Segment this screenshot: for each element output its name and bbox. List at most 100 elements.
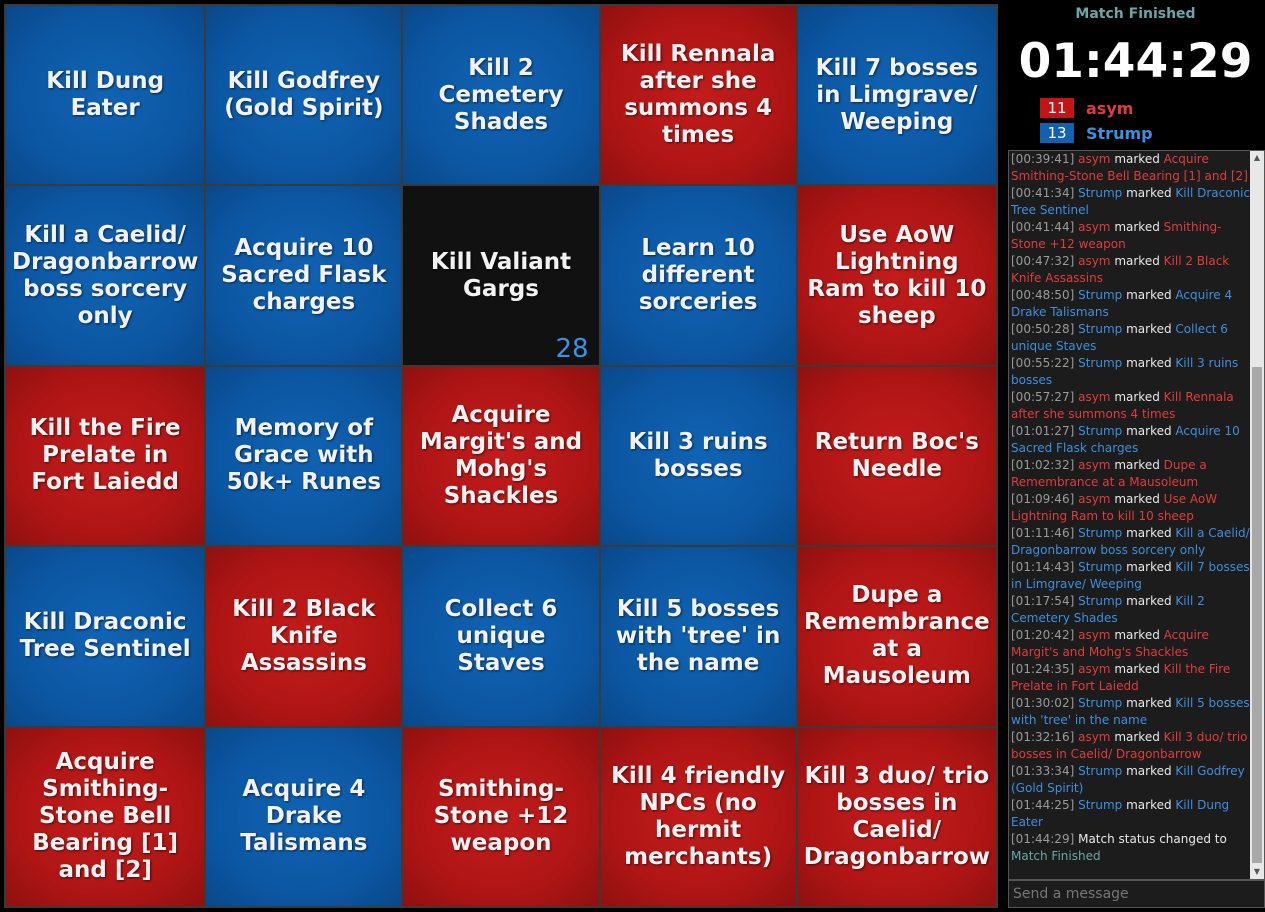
player-name: Strump bbox=[1086, 123, 1153, 143]
board-cell[interactable]: Kill 3 duo/ trio bosses in Caelid/ Drago… bbox=[797, 727, 996, 906]
log-player: Strump bbox=[1078, 322, 1123, 336]
board-cell[interactable]: Kill Draconic Tree Sentinel bbox=[6, 547, 205, 726]
log-timestamp: [00:55:22] bbox=[1011, 356, 1075, 370]
log-action: marked bbox=[1126, 356, 1172, 370]
log-goal: Match Finished bbox=[1011, 849, 1101, 863]
board-cell[interactable]: Collect 6 unique Staves bbox=[403, 547, 599, 726]
board-cell[interactable]: Kill 5 bosses with 'tree' in the name bbox=[600, 547, 796, 726]
match-timer: 01:44:29 bbox=[1018, 34, 1253, 89]
scroll-down-icon[interactable]: ▼ bbox=[1250, 865, 1264, 879]
log-timestamp: [01:44:29] bbox=[1011, 832, 1075, 846]
board-cell-label: Kill 3 duo/ trio bosses in Caelid/ Drago… bbox=[803, 762, 991, 870]
board-cell-label: Kill Valiant Gargs bbox=[430, 248, 572, 302]
log-action: marked bbox=[1126, 424, 1172, 438]
chat-log-entry: [01:14:43] Strump marked Kill 7 bosses i… bbox=[1011, 559, 1251, 593]
log-action: marked bbox=[1126, 764, 1172, 778]
log-action: marked bbox=[1114, 390, 1160, 404]
log-player: Strump bbox=[1078, 288, 1123, 302]
chat-log-entry: [00:57:27] asym marked Kill Rennala afte… bbox=[1011, 389, 1251, 423]
log-timestamp: [01:14:43] bbox=[1011, 560, 1075, 574]
board-cell-label: Kill 3 ruins bosses bbox=[628, 428, 768, 482]
log-player: Strump bbox=[1078, 356, 1123, 370]
log-player: asym bbox=[1078, 628, 1111, 642]
chat-log[interactable]: [00:39:41] asym marked Acquire Smithing-… bbox=[1008, 150, 1265, 880]
board-cell-label: Return Boc's Needle bbox=[814, 428, 979, 482]
chat-log-entry: [00:55:22] Strump marked Kill 3 ruins bo… bbox=[1011, 355, 1251, 389]
board-cell-label: Kill a Caelid/ Dragonbarrow boss sorcery… bbox=[12, 221, 199, 329]
chat-log-entry: [01:44:25] Strump marked Kill Dung Eater bbox=[1011, 797, 1251, 831]
log-player: Strump bbox=[1078, 594, 1123, 608]
player-row-strump: 13 Strump bbox=[1040, 122, 1153, 144]
log-player: asym bbox=[1078, 254, 1111, 268]
log-player: asym bbox=[1078, 220, 1111, 234]
log-player: asym bbox=[1078, 492, 1111, 506]
log-action: marked bbox=[1126, 560, 1172, 574]
board-cell[interactable]: Learn 10 different sorceries bbox=[600, 186, 796, 365]
chat-log-entry: [01:24:35] asym marked Kill the Fire Pre… bbox=[1011, 661, 1251, 695]
message-input[interactable] bbox=[1008, 880, 1265, 908]
log-timestamp: [01:32:16] bbox=[1011, 730, 1075, 744]
board-cell[interactable]: Acquire Smithing-Stone Bell Bearing [1] … bbox=[6, 727, 205, 906]
board-cell[interactable]: Kill 3 ruins bosses bbox=[600, 366, 796, 546]
board-cell[interactable]: Kill 2 Black Knife Assassins bbox=[206, 547, 402, 726]
board-cell[interactable]: Kill a Caelid/ Dragonbarrow boss sorcery… bbox=[6, 186, 205, 365]
board-cell[interactable]: Memory of Grace with 50k+ Runes bbox=[206, 366, 402, 546]
board-cell[interactable]: Acquire 4 Drake Talismans bbox=[206, 727, 402, 906]
player-name: asym bbox=[1086, 98, 1134, 118]
board-cell[interactable]: Kill Rennala after she summons 4 times bbox=[600, 6, 796, 185]
board-cell-label: Kill Draconic Tree Sentinel bbox=[19, 609, 191, 663]
log-timestamp: [00:50:28] bbox=[1011, 322, 1075, 336]
board-cell[interactable]: Kill Valiant Gargs 28 bbox=[403, 186, 599, 365]
chat-log-entry: [01:32:16] asym marked Kill 3 duo/ trio … bbox=[1011, 729, 1251, 763]
board-cell[interactable]: Acquire Margit's and Mohg's Shackles bbox=[403, 366, 599, 546]
board-cell[interactable]: Kill the Fire Prelate in Fort Laiedd bbox=[6, 366, 205, 546]
scroll-thumb[interactable] bbox=[1252, 367, 1262, 863]
board-cell[interactable]: Kill 4 friendly NPCs (no hermit merchant… bbox=[600, 727, 796, 906]
log-action: marked bbox=[1126, 186, 1172, 200]
chat-scrollbar[interactable]: ▲ ▼ bbox=[1250, 151, 1264, 879]
log-timestamp: [01:09:46] bbox=[1011, 492, 1075, 506]
chat-log-entry: [00:50:28] Strump marked Collect 6 uniqu… bbox=[1011, 321, 1251, 355]
board-cell-label: Kill Godfrey (Gold Spirit) bbox=[224, 68, 384, 122]
log-player: Strump bbox=[1078, 560, 1123, 574]
board-cell[interactable]: Kill 7 bosses in Limgrave/ Weeping bbox=[797, 6, 996, 185]
board-cell-label: Kill 2 Cemetery Shades bbox=[438, 54, 564, 135]
log-timestamp: [00:57:27] bbox=[1011, 390, 1075, 404]
log-action: marked bbox=[1114, 730, 1160, 744]
board-cell[interactable]: Kill 2 Cemetery Shades bbox=[403, 6, 599, 185]
board-cell-label: Acquire Smithing-Stone Bell Bearing [1] … bbox=[32, 749, 179, 884]
log-action: marked bbox=[1126, 594, 1172, 608]
board-cell[interactable]: Return Boc's Needle bbox=[797, 366, 996, 546]
chat-log-entry: [01:20:42] asym marked Acquire Margit's … bbox=[1011, 627, 1251, 661]
log-action: marked bbox=[1126, 526, 1172, 540]
board-cell[interactable]: Smithing-Stone +12 weapon bbox=[403, 727, 599, 906]
chat-log-entry: [00:41:34] Strump marked Kill Draconic T… bbox=[1011, 185, 1251, 219]
board-cell[interactable]: Dupe a Remembrance at a Mausoleum bbox=[797, 547, 996, 726]
player-score: 13 bbox=[1040, 123, 1074, 143]
log-timestamp: [00:48:50] bbox=[1011, 288, 1075, 302]
board-cell-label: Smithing-Stone +12 weapon bbox=[433, 776, 569, 857]
board-cell[interactable]: Kill Dung Eater bbox=[6, 6, 205, 185]
board-cell-label: Dupe a Remembrance at a Mausoleum bbox=[803, 582, 990, 690]
scroll-up-icon[interactable]: ▲ bbox=[1250, 151, 1264, 165]
board-cell-label: Acquire Margit's and Mohg's Shackles bbox=[419, 401, 583, 509]
log-player: Strump bbox=[1078, 186, 1123, 200]
log-player: asym bbox=[1078, 730, 1111, 744]
chat-log-entry: [00:47:32] asym marked Kill 2 Black Knif… bbox=[1011, 253, 1251, 287]
log-timestamp: [01:01:27] bbox=[1011, 424, 1075, 438]
log-action: Match status changed to bbox=[1078, 832, 1227, 846]
chat-log-entry: [00:48:50] Strump marked Acquire 4 Drake… bbox=[1011, 287, 1251, 321]
chat-log-entry: [01:11:46] Strump marked Kill a Caelid/ … bbox=[1011, 525, 1251, 559]
chat-log-entry: [01:09:46] asym marked Use AoW Lightning… bbox=[1011, 491, 1251, 525]
board-cell-label: Kill 4 friendly NPCs (no hermit merchant… bbox=[611, 762, 786, 870]
log-timestamp: [01:30:02] bbox=[1011, 696, 1075, 710]
log-timestamp: [00:41:44] bbox=[1011, 220, 1075, 234]
chat-log-entry: [00:39:41] asym marked Acquire Smithing-… bbox=[1011, 151, 1251, 185]
board-cell-label: Memory of Grace with 50k+ Runes bbox=[226, 415, 382, 496]
log-action: marked bbox=[1114, 662, 1160, 676]
board-cell[interactable]: Acquire 10 Sacred Flask charges bbox=[206, 186, 402, 365]
log-player: asym bbox=[1078, 662, 1111, 676]
board-cell[interactable]: Use AoW Lightning Ram to kill 10 sheep bbox=[797, 186, 996, 365]
log-player: asym bbox=[1078, 152, 1111, 166]
board-cell[interactable]: Kill Godfrey (Gold Spirit) bbox=[206, 6, 402, 185]
